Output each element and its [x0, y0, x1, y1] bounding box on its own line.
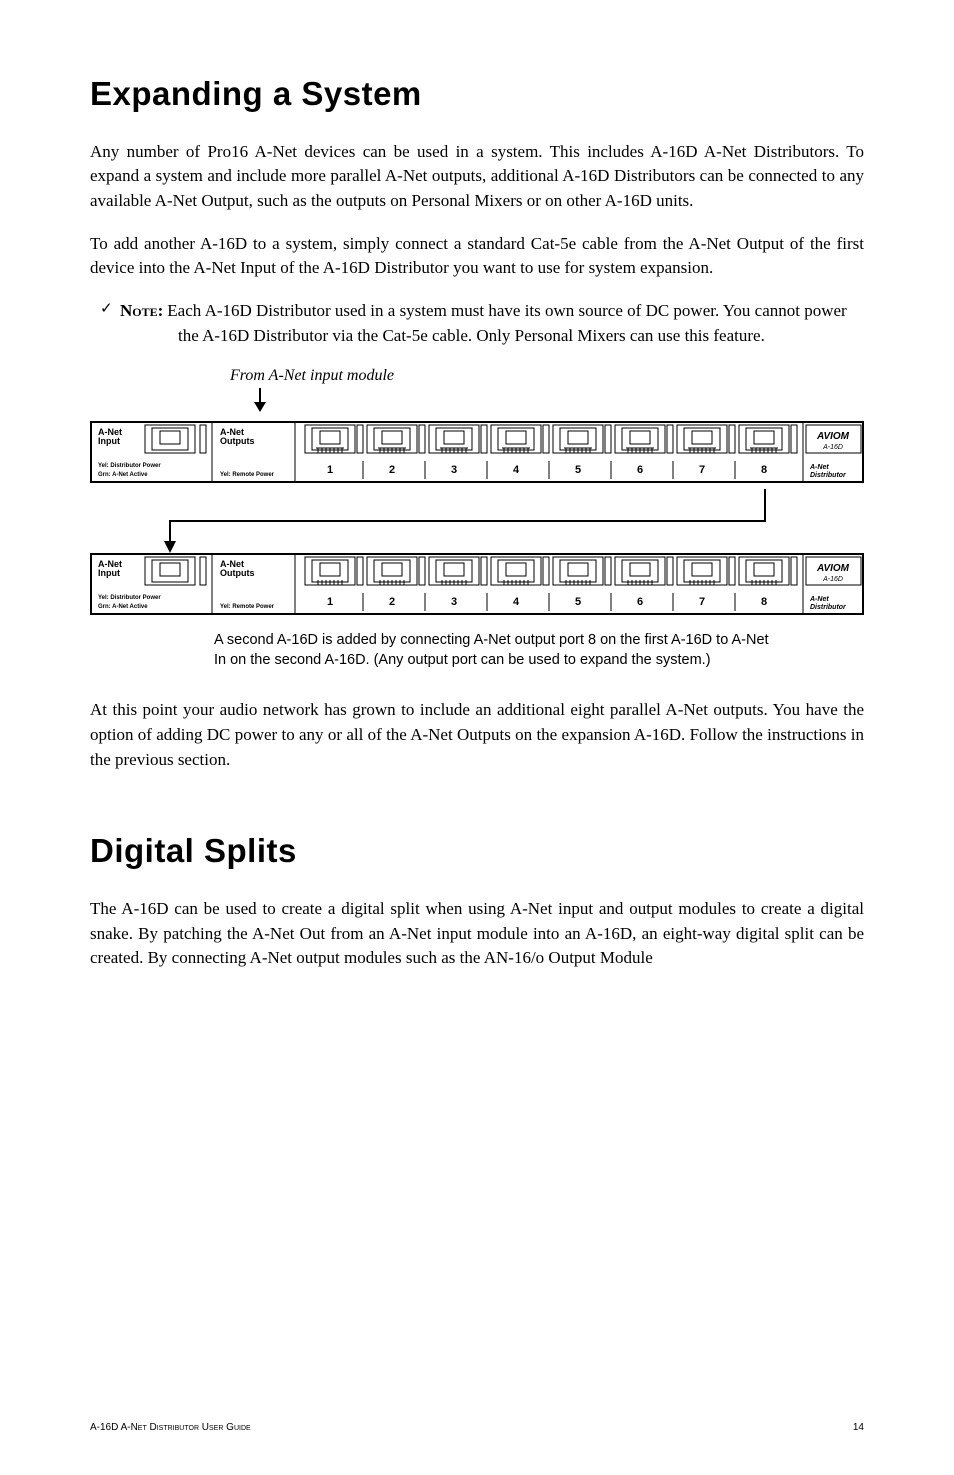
svg-text:Input: Input — [98, 436, 120, 446]
heading-digital-splits: Digital Splits — [90, 827, 864, 875]
svg-text:A-16D: A-16D — [822, 576, 843, 583]
footer-page-number: 14 — [853, 1421, 864, 1436]
diagram-caption: A second A-16D is added by connecting A-… — [214, 631, 774, 670]
arrow-down-1 — [250, 388, 864, 420]
unit-diagram-2: A-Net Input Yel: Distributor Power Grn: … — [90, 553, 864, 615]
svg-text:Grn: A-Net Active: Grn: A-Net Active — [98, 472, 148, 478]
svg-text:2: 2 — [389, 596, 395, 608]
svg-text:3: 3 — [451, 596, 457, 608]
svg-text:2: 2 — [389, 464, 395, 476]
footer-left: A-16D A-Net Distributor User Guide — [90, 1421, 251, 1436]
svg-text:6: 6 — [637, 464, 643, 476]
svg-text:Input: Input — [98, 568, 120, 578]
svg-text:8: 8 — [761, 464, 767, 476]
note-text: Note:Each A-16D Distributor used in a sy… — [120, 299, 864, 348]
diagram-top-caption: From A-Net input module — [230, 364, 864, 387]
note-label: Note: — [120, 301, 163, 320]
svg-text:5: 5 — [575, 464, 581, 476]
svg-text:Distributor: Distributor — [810, 472, 847, 479]
paragraph-intro: Any number of Pro16 A-Net devices can be… — [90, 140, 864, 214]
svg-text:7: 7 — [699, 596, 705, 608]
paragraph-splits: The A-16D can be used to create a digita… — [90, 897, 864, 971]
svg-text:6: 6 — [637, 596, 643, 608]
heading-expanding: Expanding a System — [90, 70, 864, 118]
svg-text:A-16D: A-16D — [822, 444, 843, 451]
page-footer: A-16D A-Net Distributor User Guide 14 — [90, 1421, 864, 1436]
svg-text:Yel: Distributor Power: Yel: Distributor Power — [98, 595, 161, 601]
note-block: ✓ Note:Each A-16D Distributor used in a … — [90, 299, 864, 348]
paragraph-after-diagram: At this point your audio network has gro… — [90, 698, 864, 772]
svg-text:1: 1 — [327, 596, 333, 608]
svg-text:Yel: Distributor Power: Yel: Distributor Power — [98, 463, 161, 469]
svg-text:3: 3 — [451, 464, 457, 476]
svg-text:Grn: A-Net Active: Grn: A-Net Active — [98, 604, 148, 610]
connector-cable — [90, 489, 864, 553]
svg-text:Yel: Remote Power: Yel: Remote Power — [220, 604, 275, 610]
svg-text:4: 4 — [513, 464, 520, 476]
svg-text:AVIOM: AVIOM — [816, 431, 850, 442]
svg-text:Outputs: Outputs — [220, 436, 255, 446]
svg-text:7: 7 — [699, 464, 705, 476]
svg-text:AVIOM: AVIOM — [816, 563, 850, 574]
svg-text:5: 5 — [575, 596, 581, 608]
check-icon: ✓ — [100, 299, 120, 348]
svg-text:1: 1 — [327, 464, 333, 476]
svg-text:4: 4 — [513, 596, 520, 608]
svg-text:Outputs: Outputs — [220, 568, 255, 578]
unit-diagram-1: A-Net Input Yel: Distributor Power Grn: … — [90, 421, 864, 483]
svg-text:Distributor: Distributor — [810, 604, 847, 611]
svg-text:Yel: Remote Power: Yel: Remote Power — [220, 472, 275, 478]
svg-text:8: 8 — [761, 596, 767, 608]
paragraph-add: To add another A-16D to a system, simply… — [90, 232, 864, 281]
note-content: Each A-16D Distributor used in a system … — [167, 301, 846, 345]
svg-text:A-Net: A-Net — [809, 464, 829, 471]
svg-text:A-Net: A-Net — [809, 596, 829, 603]
